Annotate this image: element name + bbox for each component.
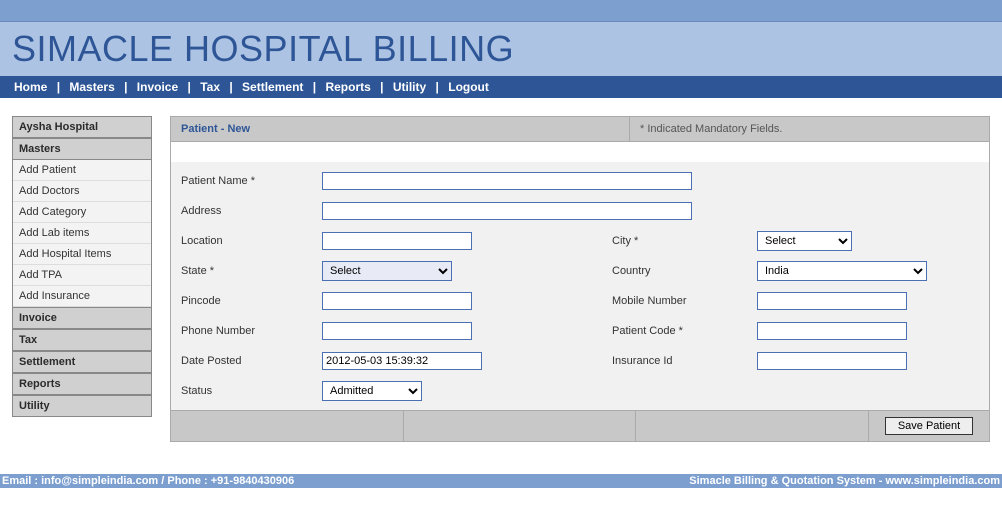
footer-cell: [171, 411, 404, 441]
nav-logout[interactable]: Logout: [448, 80, 489, 94]
label-date-posted: Date Posted: [177, 355, 322, 367]
nav-masters[interactable]: Masters: [69, 80, 114, 94]
panel-title: Patient - New: [171, 117, 629, 141]
nav-sep: |: [57, 80, 60, 94]
address-input[interactable]: [322, 202, 692, 220]
status-select[interactable]: Admitted: [322, 381, 422, 401]
sidebar-section-tax[interactable]: Tax: [13, 329, 151, 351]
label-address: Address: [177, 205, 322, 217]
top-stripe: [0, 0, 1002, 22]
patient-name-input[interactable]: [322, 172, 692, 190]
nav-sep: |: [188, 80, 191, 94]
mobile-input[interactable]: [757, 292, 907, 310]
sidebar-section-reports[interactable]: Reports: [13, 373, 151, 395]
app-title: SIMACLE HOSPITAL BILLING: [12, 28, 990, 70]
form-area: Patient Name * Address Location City * S…: [171, 162, 989, 410]
label-patient-code: Patient Code *: [582, 325, 757, 337]
footer-credit: Simacle Billing & Quotation System - www…: [689, 475, 1000, 487]
nav-settlement[interactable]: Settlement: [242, 80, 303, 94]
sidebar-section-utility[interactable]: Utility: [13, 395, 151, 416]
state-select[interactable]: Select: [322, 261, 452, 281]
sidebar-hospital: Aysha Hospital: [13, 117, 151, 138]
nav-sep: |: [380, 80, 383, 94]
label-pincode: Pincode: [177, 295, 322, 307]
sidebar: Aysha Hospital Masters Add Patient Add D…: [12, 116, 152, 417]
label-status: Status: [177, 385, 322, 397]
save-patient-button[interactable]: Save Patient: [885, 417, 973, 435]
sidebar-item-add-lab-items[interactable]: Add Lab items: [13, 223, 151, 244]
page-footer: Email : info@simpleindia.com / Phone : +…: [0, 474, 1002, 488]
sidebar-section-settlement[interactable]: Settlement: [13, 351, 151, 373]
sidebar-item-add-category[interactable]: Add Category: [13, 202, 151, 223]
pincode-input[interactable]: [322, 292, 472, 310]
nav-utility[interactable]: Utility: [393, 80, 426, 94]
insurance-id-input[interactable]: [757, 352, 907, 370]
nav-invoice[interactable]: Invoice: [137, 80, 178, 94]
sidebar-section-invoice[interactable]: Invoice: [13, 307, 151, 329]
label-phone: Phone Number: [177, 325, 322, 337]
patient-code-input[interactable]: [757, 322, 907, 340]
sidebar-item-add-tpa[interactable]: Add TPA: [13, 265, 151, 286]
sidebar-item-add-hospital-items[interactable]: Add Hospital Items: [13, 244, 151, 265]
label-mobile: Mobile Number: [582, 295, 757, 307]
nav-home[interactable]: Home: [14, 80, 47, 94]
main-nav: Home | Masters | Invoice | Tax | Settlem…: [0, 76, 1002, 98]
label-country: Country: [582, 265, 757, 277]
nav-sep: |: [124, 80, 127, 94]
mandatory-note: * Indicated Mandatory Fields.: [629, 117, 989, 141]
sidebar-section-masters[interactable]: Masters: [13, 138, 151, 160]
nav-reports[interactable]: Reports: [325, 80, 370, 94]
sidebar-item-add-insurance[interactable]: Add Insurance: [13, 286, 151, 307]
header: SIMACLE HOSPITAL BILLING: [0, 22, 1002, 76]
nav-sep: |: [229, 80, 232, 94]
footer-cell: [636, 411, 869, 441]
footer-cell: [404, 411, 637, 441]
label-city: City *: [582, 235, 757, 247]
label-location: Location: [177, 235, 322, 247]
country-select[interactable]: India: [757, 261, 927, 281]
nav-sep: |: [436, 80, 439, 94]
label-patient-name: Patient Name *: [177, 175, 322, 187]
footer-contact: Email : info@simpleindia.com / Phone : +…: [2, 475, 294, 487]
phone-input[interactable]: [322, 322, 472, 340]
date-posted-input[interactable]: [322, 352, 482, 370]
city-select[interactable]: Select: [757, 231, 852, 251]
nav-tax[interactable]: Tax: [200, 80, 220, 94]
sidebar-item-add-patient[interactable]: Add Patient: [13, 160, 151, 181]
nav-sep: |: [313, 80, 316, 94]
main-panel: Patient - New * Indicated Mandatory Fiel…: [170, 116, 990, 442]
location-input[interactable]: [322, 232, 472, 250]
label-state: State *: [177, 265, 322, 277]
label-insurance-id: Insurance Id: [582, 355, 757, 367]
sidebar-item-add-doctors[interactable]: Add Doctors: [13, 181, 151, 202]
